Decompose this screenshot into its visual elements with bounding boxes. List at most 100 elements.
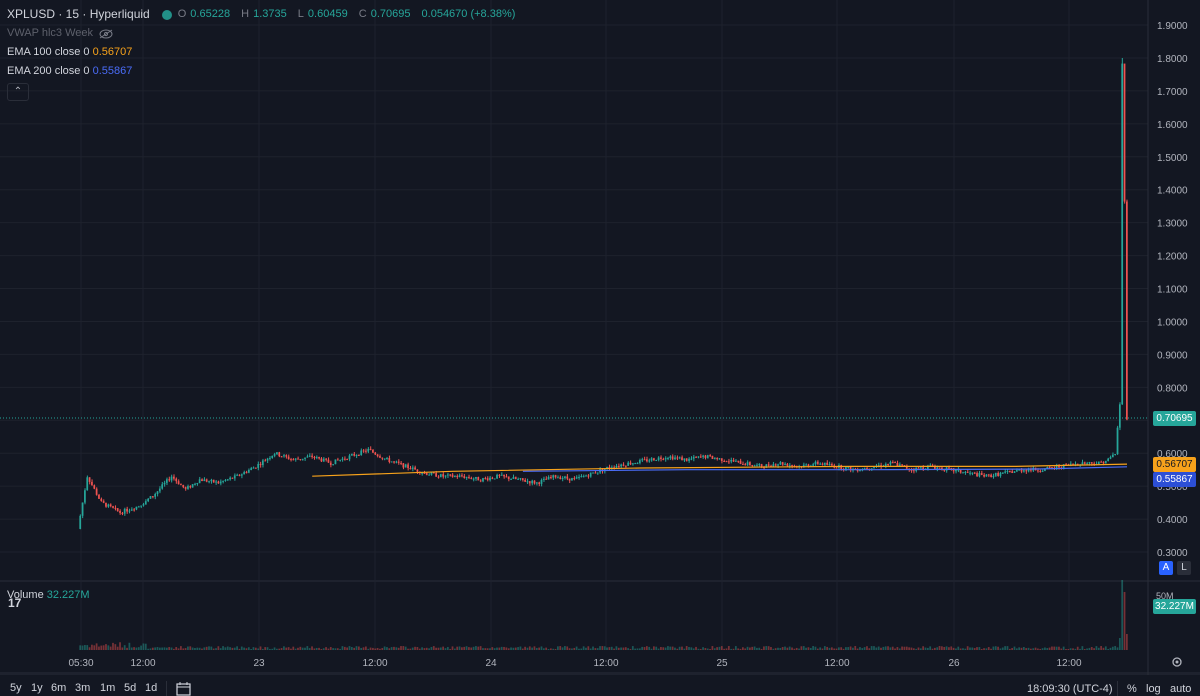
auto-toggle[interactable]: auto	[1170, 683, 1191, 695]
candle-body	[645, 459, 648, 462]
volume-bar	[767, 646, 770, 650]
candle-body	[465, 476, 468, 478]
candle-body	[498, 474, 501, 476]
volume-bar	[236, 646, 238, 650]
clock-timezone[interactable]: 18:09:30 (UTC-4)	[1027, 683, 1113, 695]
log-scale-button[interactable]: L	[1177, 561, 1191, 575]
timeframe-5d[interactable]: 5d	[124, 682, 136, 694]
volume-bar	[1095, 646, 1098, 650]
volume-bar	[985, 648, 988, 650]
timeframe-1y[interactable]: 1y	[31, 682, 43, 694]
candle-body	[678, 457, 681, 459]
candle-body	[463, 476, 466, 478]
candle-body	[212, 479, 215, 483]
volume-bar	[849, 646, 852, 650]
candle-body	[845, 467, 847, 470]
candle-body	[203, 479, 206, 482]
volume-bar	[606, 647, 608, 650]
eye-hidden-icon[interactable]	[99, 29, 113, 39]
date-range-icon[interactable]	[176, 681, 192, 696]
volume-bar	[891, 646, 894, 650]
volume-bar	[690, 647, 693, 650]
candle-body	[219, 481, 222, 484]
volume-bar	[704, 648, 707, 650]
tradingview-logo-icon[interactable]: 17	[8, 595, 30, 609]
volume-bar	[257, 648, 260, 650]
candle-body	[280, 456, 283, 458]
collapse-legend-button[interactable]: ⌃	[7, 83, 29, 101]
volume-bar	[557, 646, 559, 650]
candle-body	[226, 479, 229, 481]
candle-body	[500, 474, 503, 476]
candle-body	[948, 467, 950, 469]
volume-bar	[868, 648, 871, 650]
candle-body	[130, 509, 133, 511]
candle-body	[482, 478, 484, 482]
volume-bar	[84, 645, 86, 650]
volume-bar	[432, 646, 435, 650]
volume-bar	[491, 647, 494, 650]
candle-body	[706, 455, 709, 458]
volume-bar	[999, 648, 1002, 650]
candle-body	[496, 474, 498, 479]
volume-bar	[273, 647, 276, 650]
candle-body	[400, 462, 402, 464]
volume-bar	[1086, 648, 1088, 650]
volume-bar	[400, 646, 402, 650]
volume-bar	[318, 647, 320, 650]
candle-body	[355, 455, 358, 457]
vwap-row[interactable]: VWAP hlc3 Week	[7, 24, 519, 43]
candle-body	[1041, 470, 1044, 472]
ema100-value: 0.56707	[92, 46, 133, 58]
candle-body	[791, 465, 793, 467]
ema100-label: EMA 100 close 0	[7, 46, 90, 58]
y-tick-label: 0.4000	[1157, 515, 1188, 526]
toolbar-divider	[1117, 681, 1118, 696]
candle-body	[393, 461, 395, 463]
symbol-title[interactable]: XPLUSD · 15 · Hyperliquid	[7, 5, 150, 24]
settings-gear-icon[interactable]	[1170, 655, 1184, 669]
candle-body	[620, 464, 622, 467]
candle-body	[1020, 469, 1023, 472]
volume-bar	[840, 647, 843, 650]
volume-bar	[807, 647, 810, 650]
candle-body	[156, 491, 159, 495]
volume-bar	[863, 647, 866, 650]
timeframe-1d[interactable]: 1d	[145, 682, 157, 694]
volume-bar	[388, 648, 391, 650]
candle-body	[273, 454, 276, 456]
ema100-row[interactable]: EMA 100 close 0 0.56707	[7, 43, 519, 62]
timeframe-6m[interactable]: 6m	[51, 682, 66, 694]
volume-bar	[1102, 647, 1105, 650]
timeframe-1m[interactable]: 1m	[100, 682, 115, 694]
candle-body	[119, 511, 121, 513]
auto-scale-button[interactable]: A	[1159, 561, 1173, 575]
candle-body	[1088, 462, 1091, 464]
price-chart[interactable]: 1.9000 1.8000 1.7000 1.6000 1.5000 1.4000 1.30…	[0, 0, 1200, 675]
log-toggle[interactable]: log	[1146, 683, 1161, 695]
volume-bar	[336, 648, 339, 650]
candle-body	[276, 452, 278, 455]
volume-bar	[805, 647, 807, 650]
candle-body	[325, 458, 327, 460]
candle-body	[1058, 465, 1060, 468]
percent-toggle[interactable]: %	[1127, 683, 1137, 695]
candle-body	[756, 464, 758, 466]
candle-body	[489, 477, 491, 481]
volume-bar	[1062, 646, 1065, 650]
volume-bar	[912, 648, 915, 650]
volume-bar	[283, 646, 285, 650]
candle-body	[292, 459, 295, 461]
volume-bar	[575, 646, 578, 650]
volume-bar	[636, 648, 639, 650]
timeframe-3m[interactable]: 3m	[75, 682, 90, 694]
volume-bar	[615, 646, 618, 650]
candle-body	[112, 506, 114, 508]
candle-body	[461, 475, 463, 477]
ema200-row[interactable]: EMA 200 close 0 0.55867	[7, 62, 519, 81]
volume-bar	[1074, 648, 1077, 650]
timeframe-5y[interactable]: 5y	[10, 682, 22, 694]
volume-bar	[135, 647, 138, 650]
volume-bar	[596, 648, 599, 650]
volume-bar	[105, 644, 107, 650]
